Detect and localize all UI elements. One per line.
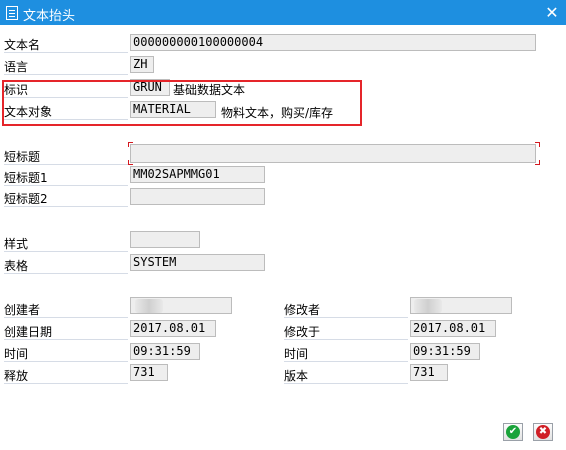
label-underline [4, 273, 128, 274]
cancel-icon: ✖ [536, 425, 550, 439]
focus-corner [535, 142, 540, 147]
label-underline [4, 383, 128, 384]
label-underline [4, 361, 128, 362]
focus-corner [128, 160, 133, 165]
version-field[interactable]: 731 [410, 364, 448, 381]
changed-on-label: 修改于 [284, 325, 321, 339]
cancel-button[interactable]: ✖ [533, 423, 553, 441]
label-underline [4, 164, 128, 165]
label-underline [284, 317, 408, 318]
release-field[interactable]: 731 [130, 364, 168, 381]
label-underline [284, 339, 408, 340]
form-label: 表格 [4, 259, 29, 273]
dialog-content: 文本名 000000000100000004 语言 ZH 标识 GRUN 基础数… [0, 25, 566, 450]
style-label: 样式 [4, 237, 29, 251]
changed-time-field[interactable]: 09:31:59 [410, 343, 480, 360]
focus-corner [128, 142, 133, 147]
created-time-label: 时间 [4, 347, 29, 361]
language-label: 语言 [4, 60, 29, 74]
label-underline [4, 339, 128, 340]
label-underline [284, 361, 408, 362]
title-bar: 文本抬头 ✕ [0, 0, 566, 25]
created-date-label: 创建日期 [4, 325, 53, 339]
text-name-field[interactable]: 000000000100000004 [130, 34, 536, 51]
close-button[interactable]: ✕ [538, 0, 566, 25]
short-title1-label: 短标题1 [4, 171, 48, 185]
changed-by-label: 修改者 [284, 303, 321, 317]
short-title2-label: 短标题2 [4, 192, 48, 206]
short-title1-field[interactable]: MM02SAPMMG01 [130, 166, 265, 183]
document-icon [6, 6, 18, 20]
text-name-label: 文本名 [4, 38, 41, 52]
label-underline [4, 251, 128, 252]
label-underline [4, 185, 128, 186]
short-title-label: 短标题 [4, 150, 41, 164]
checkmark-icon: ✔ [506, 425, 520, 439]
created-by-label: 创建者 [4, 303, 41, 317]
label-underline [4, 52, 128, 53]
created-time-field[interactable]: 09:31:59 [130, 343, 200, 360]
short-title-field[interactable] [130, 144, 536, 163]
form-field[interactable]: SYSTEM [130, 254, 265, 271]
short-title2-field[interactable] [130, 188, 265, 205]
focus-corner [535, 160, 540, 165]
label-underline [284, 383, 408, 384]
label-underline [4, 206, 128, 207]
ok-button[interactable]: ✔ [503, 423, 523, 441]
release-label: 释放 [4, 369, 29, 383]
redacted-user [135, 299, 163, 313]
style-field[interactable] [130, 231, 200, 248]
highlight-box [2, 80, 362, 126]
created-date-field[interactable]: 2017.08.01 [130, 320, 216, 337]
window-title: 文本抬头 [23, 9, 76, 24]
label-underline [4, 74, 128, 75]
version-label: 版本 [284, 369, 309, 383]
label-underline [4, 317, 128, 318]
changed-on-field[interactable]: 2017.08.01 [410, 320, 496, 337]
changed-time-label: 时间 [284, 347, 309, 361]
redacted-user [414, 299, 442, 313]
language-field[interactable]: ZH [130, 56, 154, 73]
